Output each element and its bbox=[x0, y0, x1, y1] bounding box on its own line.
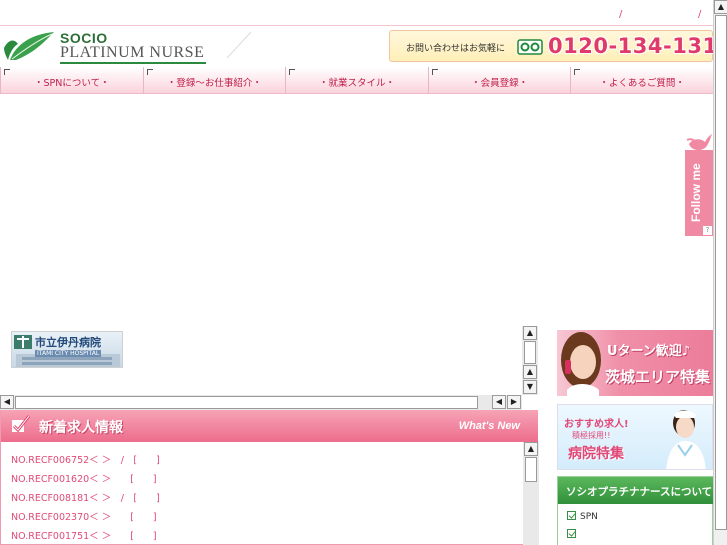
checkbox-icon bbox=[567, 529, 576, 538]
logo-text-platinum-nurse: PLATINUM NURSE bbox=[60, 44, 205, 61]
nav-item-member-registration[interactable]: ・会員登録・ bbox=[427, 67, 571, 94]
hospital-english-name: ITAMI CITY HOSPITAL bbox=[35, 350, 102, 357]
nurse-photo bbox=[666, 410, 706, 469]
about-spn-box: ソシオプラチナナースについて SPN bbox=[557, 476, 713, 545]
job-list-item[interactable]: NO.RECF001751＜ ＞ [ ] bbox=[11, 528, 511, 545]
hospital-feature-line2: 積極採用!! bbox=[572, 431, 611, 440]
scroll-up-icon[interactable]: ▲ bbox=[523, 326, 537, 340]
nav-item-work-style[interactable]: ・就業スタイル・ bbox=[285, 67, 428, 94]
scroll-up-icon[interactable]: ▲ bbox=[714, 0, 727, 14]
phone-number[interactable]: 0120-134-131 bbox=[548, 34, 718, 58]
top-link-separator: / bbox=[619, 9, 623, 20]
hospital-feature-line3: 病院特集 bbox=[568, 446, 624, 462]
job-list-item[interactable]: NO.RECF008181＜ ＞ / [ ] bbox=[11, 490, 511, 509]
bird-icon bbox=[686, 134, 712, 151]
about-spn-link[interactable]: SPN bbox=[567, 511, 598, 523]
job-list: NO.RECF006752＜ ＞ / [ ] NO.RECF001620＜ ＞ … bbox=[11, 452, 511, 545]
uturn-banner-line2: 茨城エリア特集 bbox=[605, 368, 711, 386]
scroll-right-icon[interactable]: ▶ bbox=[507, 395, 521, 409]
job-list-item[interactable]: NO.RECF006752＜ ＞ / [ ] bbox=[11, 452, 511, 471]
scroll-up-icon[interactable]: ▲ bbox=[524, 442, 538, 456]
top-bar: / / bbox=[0, 0, 713, 26]
scrollbar-thumb[interactable] bbox=[524, 341, 536, 364]
hospital-banner[interactable]: 市立伊丹病院 ITAMI CITY HOSPITAL bbox=[11, 331, 123, 368]
contact-label: お問い合わせはお気軽に bbox=[406, 44, 506, 54]
job-list-item[interactable]: NO.RECF002370＜ ＞ [ ] bbox=[11, 509, 511, 528]
about-spn-link[interactable] bbox=[567, 529, 580, 541]
nav-item-registration-flow[interactable]: ・登録〜お仕事紹介・ bbox=[142, 67, 286, 94]
whats-new-header: 新着求人情報 What's New bbox=[1, 410, 538, 442]
woman-on-phone-photo bbox=[561, 332, 601, 396]
site-logo[interactable]: SOCIO PLATINUM NURSE bbox=[2, 30, 212, 64]
nav-item-label: ・SPNについて・ bbox=[34, 78, 110, 89]
hospital-frame-vertical-scrollbar[interactable]: ▲ ▲ ▼ bbox=[522, 326, 538, 395]
about-spn-header: ソシオプラチナナースについて bbox=[558, 477, 713, 504]
logo-underline bbox=[60, 62, 206, 64]
decorative-divider bbox=[226, 31, 252, 59]
top-link-separator: / bbox=[698, 9, 702, 20]
whats-new-english-title: What's New bbox=[458, 420, 520, 432]
scroll-left-icon[interactable]: ◀ bbox=[492, 395, 506, 409]
scroll-left-icon[interactable]: ◀ bbox=[0, 395, 14, 409]
whats-new-title: 新着求人情報 bbox=[39, 420, 123, 436]
hospital-feature-line1: おすすめ求人! bbox=[564, 419, 629, 430]
scrollbar-thumb[interactable] bbox=[715, 15, 727, 530]
checkbox-icon bbox=[567, 511, 576, 520]
nav-item-about-spn[interactable]: ・SPNについて・ bbox=[0, 67, 143, 94]
scrollbar-thumb[interactable] bbox=[525, 457, 537, 482]
leaf-logo-icon bbox=[4, 32, 54, 60]
follow-me-tab[interactable]: Follow me ? bbox=[685, 130, 713, 236]
scroll-up-icon[interactable]: ▲ bbox=[523, 365, 537, 379]
contact-phone-banner[interactable]: お問い合わせはお気軽に 0120-134-131 bbox=[389, 30, 717, 62]
hospital-banner-frame: 市立伊丹病院 ITAMI CITY HOSPITAL ▲ ▲ ▼ ◀ ◀ ▶ bbox=[0, 326, 538, 410]
hospital-feature-banner[interactable]: おすすめ求人! 積極採用!! 病院特集 bbox=[557, 404, 713, 470]
freedial-icon bbox=[517, 39, 543, 55]
about-item-label: SPN bbox=[580, 512, 598, 522]
nav-item-label: ・よくあるご質問・ bbox=[599, 78, 685, 89]
nav-item-faq[interactable]: ・よくあるご質問・ bbox=[570, 67, 713, 94]
follow-me-label: Follow me bbox=[689, 163, 703, 222]
checkmark-icon bbox=[12, 415, 31, 433]
job-list-scrollbar[interactable]: ▲ bbox=[523, 442, 539, 545]
whats-new-panel: 新着求人情報 What's New NO.RECF006752＜ ＞ / [ ]… bbox=[0, 410, 539, 545]
nav-item-label: ・会員登録・ bbox=[471, 78, 529, 89]
job-list-item[interactable]: NO.RECF001620＜ ＞ [ ] bbox=[11, 471, 511, 490]
hospital-frame-horizontal-scrollbar[interactable]: ◀ ◀ ▶ bbox=[0, 395, 522, 410]
page-vertical-scrollbar[interactable]: ▲ bbox=[713, 0, 727, 545]
hospital-name: 市立伊丹病院 bbox=[35, 336, 101, 349]
uturn-banner-line1: Uターン歓迎♪ bbox=[607, 344, 691, 359]
about-spn-title: ソシオプラチナナースについて bbox=[566, 486, 713, 498]
nav-item-label: ・登録〜お仕事紹介・ bbox=[166, 78, 262, 89]
help-icon[interactable]: ? bbox=[703, 226, 712, 235]
global-nav: ・SPNについて・ ・登録〜お仕事紹介・ ・就業スタイル・ ・会員登録・ ・よく… bbox=[0, 67, 713, 94]
uturn-ibaraki-banner[interactable]: Uターン歓迎♪ 茨城エリア特集 bbox=[557, 330, 713, 396]
scroll-down-icon[interactable]: ▼ bbox=[523, 380, 537, 394]
scrollbar-thumb[interactable] bbox=[15, 396, 478, 409]
nav-item-label: ・就業スタイル・ bbox=[318, 78, 395, 89]
